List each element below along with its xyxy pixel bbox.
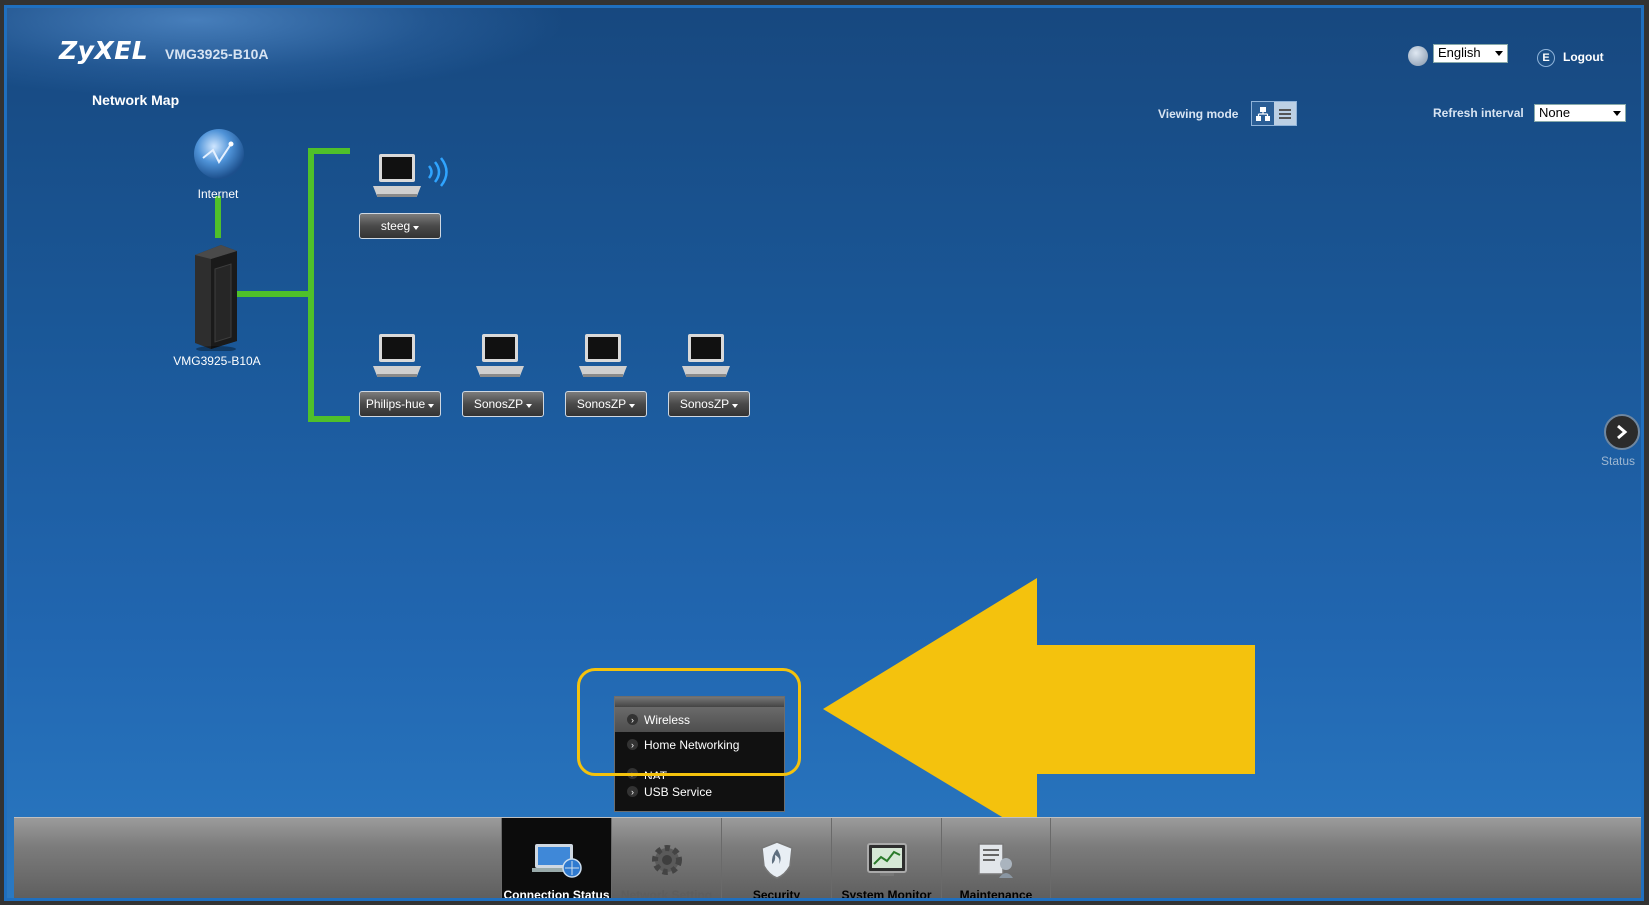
chevron-down-icon xyxy=(1495,51,1503,56)
laptop-icon[interactable] xyxy=(474,330,526,382)
caret-down-icon xyxy=(629,403,636,408)
gear-icon xyxy=(642,840,692,880)
list-view-icon[interactable] xyxy=(1274,102,1296,125)
caret-down-icon xyxy=(413,225,420,230)
tab-label: Network Setting xyxy=(620,888,713,901)
status-panel-label: Status xyxy=(1601,454,1636,468)
router-label: VMG3925-B10A xyxy=(173,354,261,368)
laptop-icon[interactable] xyxy=(371,330,423,382)
viewing-mode-toggle[interactable] xyxy=(1251,101,1297,126)
tab-security[interactable]: Security xyxy=(721,818,831,901)
caret-down-icon xyxy=(428,403,435,408)
refresh-interval-value: None xyxy=(1539,105,1571,120)
tab-maintenance[interactable]: Maintenance xyxy=(941,818,1051,901)
device-button-sonoszp-1[interactable]: SonosZP xyxy=(462,391,544,417)
monitor-chart-icon xyxy=(862,840,912,880)
chevron-down-icon xyxy=(1613,111,1621,116)
router-device-icon[interactable] xyxy=(185,241,241,351)
caret-down-icon xyxy=(526,403,533,408)
device-name: Philips-hue xyxy=(365,397,426,411)
wifi-signal-icon xyxy=(427,157,448,187)
internet-label: Internet xyxy=(197,187,239,201)
device-button-philips-hue[interactable]: Philips-hue xyxy=(359,391,441,417)
annotation-highlight-box xyxy=(577,668,801,776)
refresh-interval-label: Refresh interval xyxy=(1433,106,1524,120)
language-select[interactable]: English xyxy=(1433,44,1508,63)
caret-down-icon xyxy=(732,403,739,408)
tab-label: System Monitor xyxy=(841,888,932,901)
laptop-icon[interactable] xyxy=(371,150,423,202)
chevron-right-icon xyxy=(1617,424,1628,440)
tab-connection-status[interactable]: Connection Status xyxy=(501,818,611,901)
device-name: SonosZP xyxy=(576,397,627,411)
submenu-item-label: USB Service xyxy=(644,784,713,799)
shield-icon xyxy=(752,840,802,880)
bottom-nav: Connection Status Network Setting Securi… xyxy=(501,818,1051,901)
tab-system-monitor[interactable]: System Monitor xyxy=(831,818,941,901)
internet-globe-icon[interactable] xyxy=(193,128,245,180)
device-button-sonoszp-3[interactable]: SonosZP xyxy=(668,391,750,417)
device-button-sonoszp-2[interactable]: SonosZP xyxy=(565,391,647,417)
language-select-value: English xyxy=(1438,45,1481,60)
viewing-mode-label: Viewing mode xyxy=(1158,107,1239,121)
tab-label: Security xyxy=(752,888,801,901)
tab-label: Connection Status xyxy=(503,888,610,901)
laptop-icon[interactable] xyxy=(577,330,629,382)
device-name: steeg xyxy=(380,219,411,233)
device-name: SonosZP xyxy=(679,397,730,411)
connection-status-icon xyxy=(531,840,582,880)
tab-network-setting[interactable]: Network Setting xyxy=(611,818,721,901)
router-admin-page: ZyXEL VMG3925-B10A Network Map English E… xyxy=(4,5,1644,901)
browser-frame: ZyXEL VMG3925-B10A Network Map English E… xyxy=(0,0,1649,905)
language-user-icon xyxy=(1408,46,1428,66)
maintenance-icon xyxy=(971,840,1021,880)
logout-icon[interactable]: E xyxy=(1537,49,1555,67)
refresh-interval-select[interactable]: None xyxy=(1534,104,1626,122)
annotation-arrow xyxy=(823,578,1255,838)
chevron-right-icon: › xyxy=(627,786,638,797)
status-panel-button[interactable] xyxy=(1604,414,1640,450)
submenu-item-usb-service[interactable]: › USB Service xyxy=(615,779,784,804)
device-button-steeg[interactable]: steeg xyxy=(359,213,441,239)
logout-link[interactable]: Logout xyxy=(1563,50,1604,64)
device-name: SonosZP xyxy=(473,397,524,411)
laptop-icon[interactable] xyxy=(680,330,732,382)
tab-label: Maintenance xyxy=(959,888,1033,901)
map-view-icon[interactable] xyxy=(1252,102,1274,125)
